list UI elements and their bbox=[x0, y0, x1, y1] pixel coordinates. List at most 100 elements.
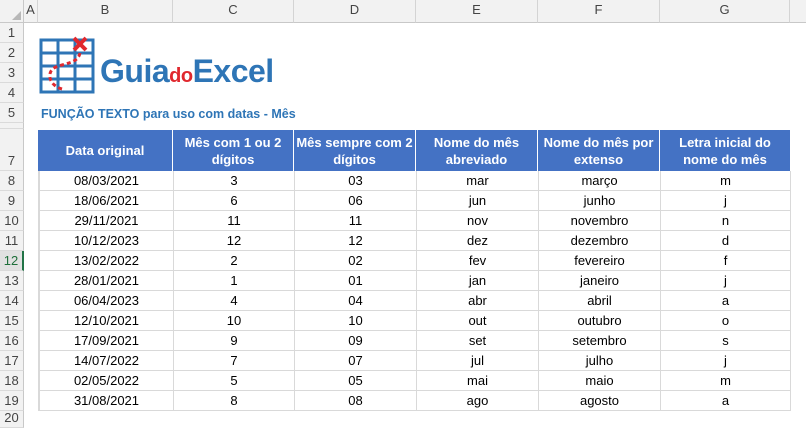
row-header-5[interactable]: 5 bbox=[0, 103, 24, 123]
cell-data-original[interactable]: 17/09/2021 bbox=[39, 331, 174, 351]
row-header-4[interactable]: 4 bbox=[0, 83, 24, 103]
header-data-original[interactable]: Data original bbox=[38, 130, 173, 171]
cell-mes-abreviado[interactable]: set bbox=[417, 331, 539, 351]
cell-data-original[interactable]: 18/06/2021 bbox=[39, 191, 174, 211]
cell-letra-inicial[interactable]: m bbox=[661, 171, 791, 191]
cell-mes-2-digitos[interactable]: 02 bbox=[295, 251, 417, 271]
row-header-7[interactable]: 7 bbox=[0, 129, 24, 171]
sheet-subtitle[interactable]: FUNÇÃO TEXTO para uso com datas - Mês bbox=[41, 105, 296, 123]
cell-letra-inicial[interactable]: j bbox=[661, 271, 791, 291]
cell-mes-extenso[interactable]: março bbox=[539, 171, 661, 191]
cell-letra-inicial[interactable]: m bbox=[661, 371, 791, 391]
cell-mes-abreviado[interactable]: fev bbox=[417, 251, 539, 271]
cell-mes-abreviado[interactable]: out bbox=[417, 311, 539, 331]
cell-data-original[interactable]: 13/02/2022 bbox=[39, 251, 174, 271]
cell-letra-inicial[interactable]: j bbox=[661, 191, 791, 211]
cell-mes-1-2-digitos[interactable]: 6 bbox=[174, 191, 295, 211]
cell-mes-extenso[interactable]: fevereiro bbox=[539, 251, 661, 271]
cell-mes-2-digitos[interactable]: 08 bbox=[295, 391, 417, 411]
cell-mes-2-digitos[interactable]: 03 bbox=[295, 171, 417, 191]
column-header-e[interactable]: E bbox=[416, 0, 538, 23]
row-header-20[interactable]: 20 bbox=[0, 410, 24, 428]
cell-data-original[interactable]: 12/10/2021 bbox=[39, 311, 174, 331]
cell-mes-2-digitos[interactable]: 04 bbox=[295, 291, 417, 311]
cell-mes-2-digitos[interactable]: 11 bbox=[295, 211, 417, 231]
cell-data-original[interactable]: 02/05/2022 bbox=[39, 371, 174, 391]
column-header-c[interactable]: C bbox=[173, 0, 294, 23]
cell-mes-1-2-digitos[interactable]: 3 bbox=[174, 171, 295, 191]
row-header-2[interactable]: 2 bbox=[0, 43, 24, 63]
row-header-17[interactable]: 17 bbox=[0, 351, 24, 371]
cell-letra-inicial[interactable]: s bbox=[661, 331, 791, 351]
cell-mes-2-digitos[interactable]: 12 bbox=[295, 231, 417, 251]
cell-mes-1-2-digitos[interactable]: 4 bbox=[174, 291, 295, 311]
cell-mes-extenso[interactable]: outubro bbox=[539, 311, 661, 331]
cell-mes-abreviado[interactable]: abr bbox=[417, 291, 539, 311]
cell-data-original[interactable]: 10/12/2023 bbox=[39, 231, 174, 251]
cell-mes-extenso[interactable]: janeiro bbox=[539, 271, 661, 291]
row-header-14[interactable]: 14 bbox=[0, 291, 24, 311]
header-letra-inicial[interactable]: Letra inicial do nome do mês bbox=[660, 130, 790, 171]
cell-mes-extenso[interactable]: abril bbox=[539, 291, 661, 311]
cell-mes-abreviado[interactable]: dez bbox=[417, 231, 539, 251]
cell-mes-2-digitos[interactable]: 06 bbox=[295, 191, 417, 211]
cell-mes-2-digitos[interactable]: 07 bbox=[295, 351, 417, 371]
cell-letra-inicial[interactable]: j bbox=[661, 351, 791, 371]
cell-mes-1-2-digitos[interactable]: 10 bbox=[174, 311, 295, 331]
header-mes-abreviado[interactable]: Nome do mês abreviado bbox=[416, 130, 538, 171]
cell-mes-abreviado[interactable]: mar bbox=[417, 171, 539, 191]
cell-mes-extenso[interactable]: novembro bbox=[539, 211, 661, 231]
row-header-3[interactable]: 3 bbox=[0, 63, 24, 83]
header-mes-1-2-digitos[interactable]: Mês com 1 ou 2 dígitos bbox=[173, 130, 294, 171]
column-header-g[interactable]: G bbox=[660, 0, 790, 23]
cell-mes-2-digitos[interactable]: 10 bbox=[295, 311, 417, 331]
cell-letra-inicial[interactable]: d bbox=[661, 231, 791, 251]
column-header-f[interactable]: F bbox=[538, 0, 660, 23]
cell-mes-2-digitos[interactable]: 01 bbox=[295, 271, 417, 291]
row-header-15[interactable]: 15 bbox=[0, 311, 24, 331]
cell-mes-1-2-digitos[interactable]: 7 bbox=[174, 351, 295, 371]
column-header-b[interactable]: B bbox=[38, 0, 173, 23]
cell-mes-extenso[interactable]: setembro bbox=[539, 331, 661, 351]
cell-mes-2-digitos[interactable]: 05 bbox=[295, 371, 417, 391]
cell-data-original[interactable]: 28/01/2021 bbox=[39, 271, 174, 291]
cell-data-original[interactable]: 29/11/2021 bbox=[39, 211, 174, 231]
cell-mes-1-2-digitos[interactable]: 8 bbox=[174, 391, 295, 411]
cell-mes-extenso[interactable]: agosto bbox=[539, 391, 661, 411]
row-header-19[interactable]: 19 bbox=[0, 391, 24, 411]
row-header-16[interactable]: 16 bbox=[0, 331, 24, 351]
cell-letra-inicial[interactable]: n bbox=[661, 211, 791, 231]
cell-mes-abreviado[interactable]: jan bbox=[417, 271, 539, 291]
cell-data-original[interactable]: 14/07/2022 bbox=[39, 351, 174, 371]
cell-data-original[interactable]: 31/08/2021 bbox=[39, 391, 174, 411]
cell-data-original[interactable]: 08/03/2021 bbox=[39, 171, 174, 191]
row-header-11[interactable]: 11 bbox=[0, 231, 24, 251]
cell-letra-inicial[interactable]: a bbox=[661, 291, 791, 311]
cell-mes-1-2-digitos[interactable]: 9 bbox=[174, 331, 295, 351]
cell-mes-abreviado[interactable]: mai bbox=[417, 371, 539, 391]
row-header-8[interactable]: 8 bbox=[0, 171, 24, 191]
cell-mes-extenso[interactable]: julho bbox=[539, 351, 661, 371]
cell-mes-abreviado[interactable]: jun bbox=[417, 191, 539, 211]
cell-mes-abreviado[interactable]: ago bbox=[417, 391, 539, 411]
row-header-12[interactable]: 12 bbox=[0, 251, 24, 271]
cell-mes-1-2-digitos[interactable]: 5 bbox=[174, 371, 295, 391]
column-header-d[interactable]: D bbox=[294, 0, 416, 23]
select-all-corner[interactable] bbox=[0, 0, 24, 23]
row-header-10[interactable]: 10 bbox=[0, 211, 24, 231]
column-header-a[interactable]: A bbox=[24, 0, 38, 23]
cell-mes-abreviado[interactable]: nov bbox=[417, 211, 539, 231]
cell-letra-inicial[interactable]: a bbox=[661, 391, 791, 411]
cell-mes-extenso[interactable]: junho bbox=[539, 191, 661, 211]
cell-mes-1-2-digitos[interactable]: 11 bbox=[174, 211, 295, 231]
cell-mes-1-2-digitos[interactable]: 2 bbox=[174, 251, 295, 271]
cell-mes-extenso[interactable]: maio bbox=[539, 371, 661, 391]
cell-data-original[interactable]: 06/04/2023 bbox=[39, 291, 174, 311]
row-header-18[interactable]: 18 bbox=[0, 371, 24, 391]
cell-mes-extenso[interactable]: dezembro bbox=[539, 231, 661, 251]
header-mes-extenso[interactable]: Nome do mês por extenso bbox=[538, 130, 660, 171]
cell-letra-inicial[interactable]: f bbox=[661, 251, 791, 271]
cell-letra-inicial[interactable]: o bbox=[661, 311, 791, 331]
header-mes-2-digitos[interactable]: Mês sempre com 2 dígitos bbox=[294, 130, 416, 171]
cell-mes-1-2-digitos[interactable]: 12 bbox=[174, 231, 295, 251]
